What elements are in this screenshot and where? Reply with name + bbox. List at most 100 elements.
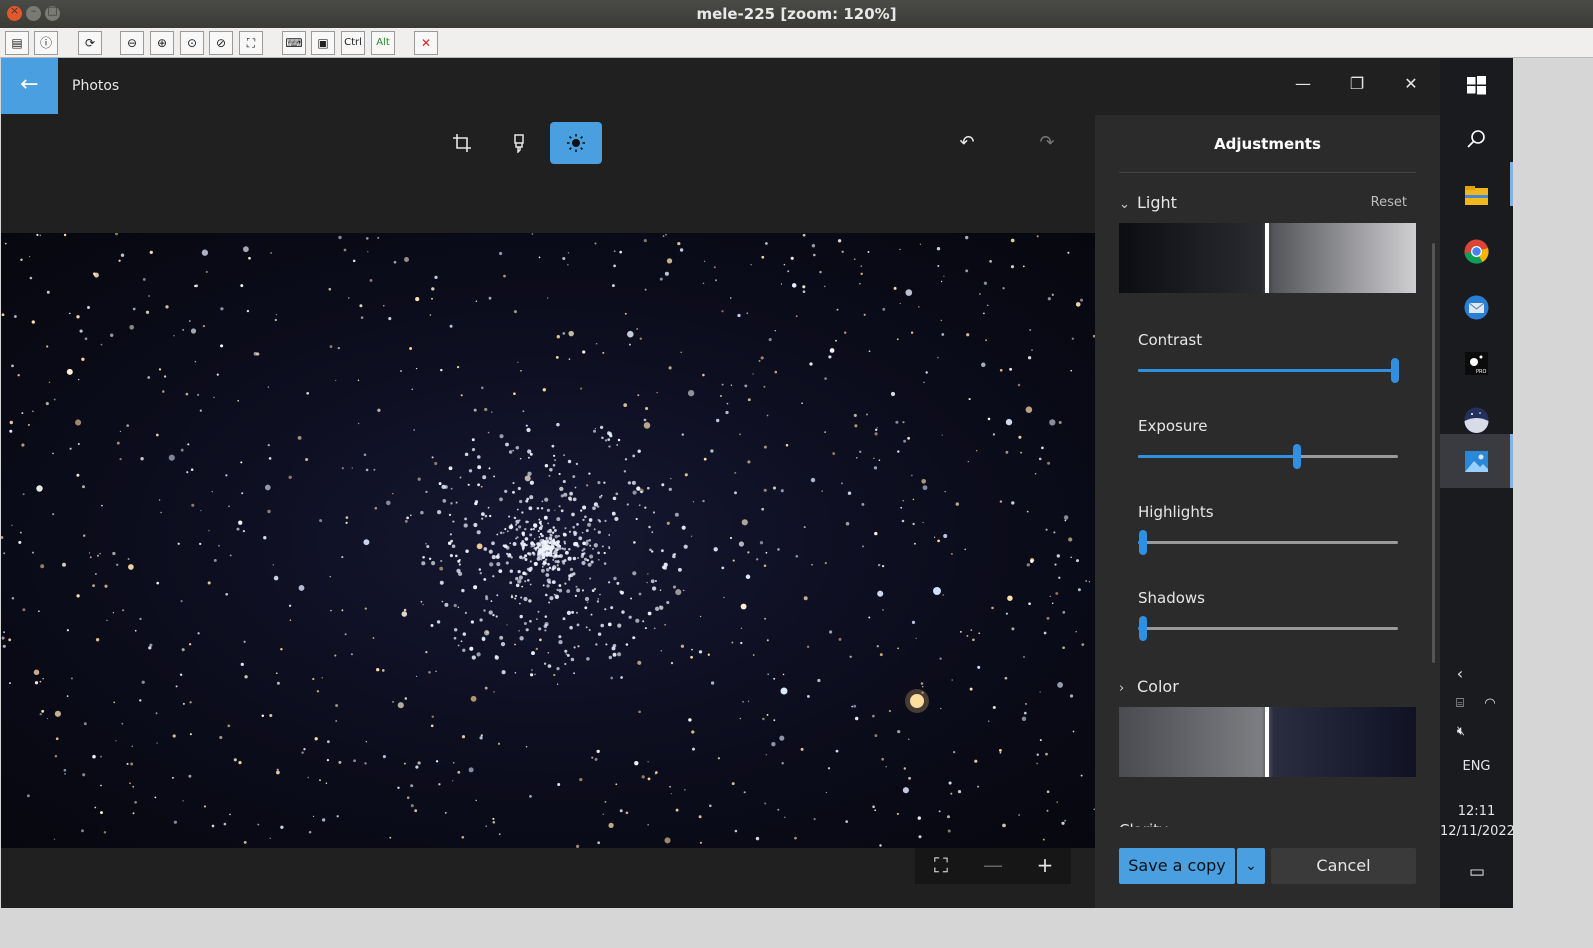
- volume-muted-icon[interactable]: 🔇︎: [1450, 724, 1472, 739]
- taskbar: PRO ‹ ⌸ ◠ 🔇︎ ENG 12:11 12/11/2022 ▭: [1440, 58, 1515, 908]
- markup-button[interactable]: [493, 122, 545, 164]
- slider-label-contrast: Contrast: [1138, 331, 1203, 349]
- crop-button[interactable]: [436, 122, 488, 164]
- close-icon: ✕: [1404, 74, 1418, 93]
- cancel-button[interactable]: Cancel: [1271, 848, 1416, 884]
- search-icon: [1467, 130, 1485, 148]
- panel-scrollbar[interactable]: [1432, 243, 1435, 663]
- slider-thumb[interactable]: [1293, 444, 1301, 469]
- color-section-toggle[interactable]: › Color: [1119, 677, 1179, 696]
- undo-button[interactable]: ↶: [941, 122, 993, 164]
- chrome-button[interactable]: [1440, 224, 1513, 278]
- slider-thumb[interactable]: [1139, 530, 1147, 555]
- app-title: Photos: [72, 78, 120, 94]
- zoom-in-icon[interactable]: ⊕: [150, 31, 174, 55]
- running-indicator: [1510, 162, 1513, 206]
- undo-icon: ↶: [959, 132, 975, 153]
- clock-time[interactable]: 12:11: [1440, 804, 1513, 819]
- fit-screen-icon: ⛶: [934, 853, 948, 877]
- slider-fill: [1138, 455, 1297, 458]
- remote-screen: ← Photos — ❐ ✕ ↶ ↷ ⛶ — + Adjustments ⌄ L…: [1, 58, 1515, 908]
- adjustments-button[interactable]: [550, 122, 602, 164]
- windows-icon: [1467, 76, 1486, 95]
- active-indicator: [1510, 434, 1513, 488]
- light-section-label: Light: [1137, 193, 1177, 212]
- save-copy-button[interactable]: Save a copy: [1119, 848, 1235, 884]
- app-minimize-button[interactable]: —: [1278, 66, 1328, 102]
- zoom-100-icon[interactable]: ⊙: [180, 31, 204, 55]
- thunderbird-button[interactable]: [1440, 280, 1513, 334]
- slider-shadows[interactable]: [1138, 616, 1398, 641]
- star-cluster-image: [1, 233, 1095, 848]
- wifi-icon[interactable]: ◠: [1480, 696, 1500, 711]
- alt-key-button[interactable]: Alt: [371, 31, 395, 55]
- zoom-out-button[interactable]: —: [967, 848, 1019, 884]
- divider: [1119, 172, 1416, 173]
- crop-icon: [453, 134, 471, 152]
- astronomy-app-icon: PRO: [1465, 352, 1488, 375]
- zoom-fit-icon[interactable]: ⊘: [209, 31, 233, 55]
- redo-icon: ↷: [1039, 132, 1055, 153]
- marker-icon: [514, 134, 524, 154]
- slider-thumb[interactable]: [1391, 358, 1399, 383]
- minus-icon: —: [983, 853, 1003, 877]
- title-bar: × – □ mele-225 [zoom: 120%]: [0, 0, 1593, 28]
- folder-icon: [1465, 186, 1488, 205]
- slider-thumb[interactable]: [1139, 616, 1147, 641]
- ctrl-alt-del-icon[interactable]: ⌨: [282, 31, 306, 55]
- app-restore-button[interactable]: ❐: [1332, 66, 1382, 102]
- ctrl-key-button[interactable]: Ctrl: [341, 31, 365, 55]
- mail-app-icon: [1464, 295, 1489, 320]
- network-device-icon[interactable]: ⌸: [1450, 696, 1470, 711]
- fit-to-window-button[interactable]: ⛶: [915, 848, 967, 884]
- window-title: mele-225 [zoom: 120%]: [696, 5, 897, 23]
- search-button[interactable]: [1440, 112, 1513, 166]
- photo-canvas[interactable]: [1, 233, 1095, 848]
- astro-app-button[interactable]: PRO: [1440, 336, 1513, 390]
- restore-icon: ❐: [1349, 74, 1365, 93]
- chrome-icon: [1464, 239, 1489, 264]
- svg-text:PRO: PRO: [1476, 369, 1486, 375]
- info-icon[interactable]: ⓘ: [34, 31, 58, 55]
- color-section-label: Color: [1137, 677, 1179, 696]
- window-bottom-strip: [0, 908, 1593, 948]
- slider-label-shadows: Shadows: [1138, 589, 1206, 607]
- slider-highlights[interactable]: [1138, 530, 1398, 555]
- refresh-icon[interactable]: ⟳: [78, 31, 102, 55]
- chevron-right-icon: ›: [1119, 681, 1125, 696]
- chevron-down-icon: ⌄: [1245, 858, 1257, 874]
- chevron-down-icon: ⌄: [1119, 197, 1130, 212]
- screenshot-icon[interactable]: ▣: [311, 31, 335, 55]
- zoom-in-button[interactable]: +: [1019, 848, 1071, 884]
- file-explorer-button[interactable]: [1440, 168, 1513, 222]
- minimize-icon: —: [1295, 74, 1311, 93]
- light-preview-handle[interactable]: [1265, 223, 1269, 293]
- save-options-button[interactable]: ⌄: [1237, 848, 1265, 884]
- light-preview-strip[interactable]: [1119, 223, 1416, 293]
- start-button[interactable]: [1440, 58, 1513, 112]
- clock-date[interactable]: 12/11/2022: [1440, 824, 1515, 839]
- notifications-icon[interactable]: ▭: [1464, 862, 1490, 882]
- slider-contrast[interactable]: [1138, 358, 1399, 383]
- color-preview-handle[interactable]: [1265, 707, 1269, 777]
- slider-exposure[interactable]: [1138, 444, 1398, 469]
- reset-button[interactable]: Reset: [1371, 195, 1407, 210]
- planetarium-icon: [1464, 407, 1489, 433]
- disconnect-icon[interactable]: ✕: [414, 31, 438, 55]
- vnc-window: × – □ mele-225 [zoom: 120%] ▤ ⓘ ⟳ ⊖ ⊕ ⊙ …: [0, 0, 1593, 948]
- chevron-left-icon[interactable]: ‹: [1448, 664, 1472, 683]
- photos-app-button[interactable]: [1440, 434, 1513, 488]
- app-close-button[interactable]: ✕: [1386, 66, 1436, 102]
- vnc-toolbar: ▤ ⓘ ⟳ ⊖ ⊕ ⊙ ⊘ ⛶ ⌨ ▣ Ctrl Alt ✕: [0, 28, 1593, 58]
- color-preview-strip[interactable]: [1119, 707, 1416, 777]
- light-section-toggle[interactable]: ⌄ Light: [1119, 193, 1177, 212]
- redo-button[interactable]: ↷: [1021, 122, 1073, 164]
- zoom-out-icon[interactable]: ⊖: [120, 31, 144, 55]
- language-indicator[interactable]: ENG: [1440, 759, 1513, 774]
- back-button[interactable]: ←: [1, 58, 58, 114]
- adjustments-panel: Adjustments ⌄ Light Reset Contrast Exposur…: [1095, 115, 1440, 908]
- zoom-controls: ⛶ — +: [915, 848, 1071, 884]
- slider-fill: [1138, 369, 1395, 372]
- fullscreen-icon[interactable]: ⛶: [239, 31, 263, 55]
- options-icon[interactable]: ▤: [5, 31, 29, 55]
